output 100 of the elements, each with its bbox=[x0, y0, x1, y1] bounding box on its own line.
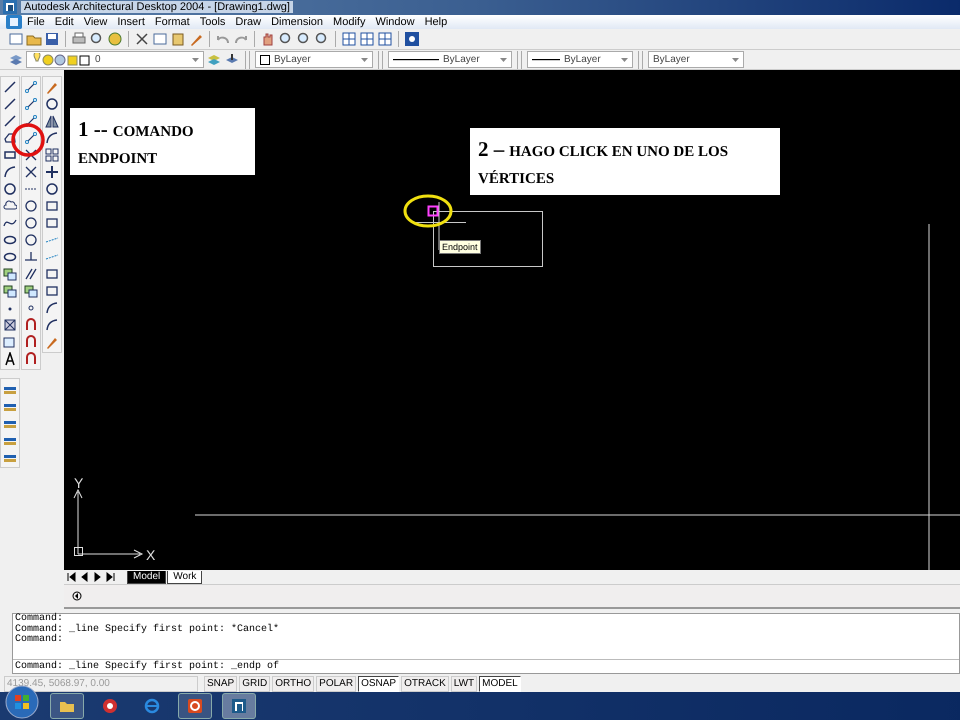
arc-icon[interactable] bbox=[45, 131, 59, 146]
command-line[interactable]: Command: _line Specify first point: _endp of bbox=[13, 660, 959, 673]
arc-icon[interactable] bbox=[45, 301, 59, 316]
line-icon[interactable] bbox=[3, 114, 17, 128]
page-icon[interactable] bbox=[8, 30, 24, 47]
rectangle-icon[interactable] bbox=[45, 199, 59, 214]
lineweight-value: ByLayer bbox=[564, 54, 601, 66]
region-icon[interactable] bbox=[3, 335, 17, 350]
taskbar-cad-icon[interactable] bbox=[222, 693, 256, 719]
color-dropdown[interactable]: ByLayer bbox=[255, 51, 373, 68]
taskbar-folder-icon[interactable] bbox=[50, 693, 84, 719]
grid-icon[interactable] bbox=[45, 148, 59, 162]
parallel-lines-icon[interactable] bbox=[24, 267, 38, 282]
block-icon[interactable] bbox=[24, 284, 38, 298]
grid-icon[interactable] bbox=[377, 30, 393, 47]
horizontal-scrollbar[interactable] bbox=[64, 584, 960, 610]
caret-icon bbox=[621, 58, 628, 62]
hatch-icon[interactable] bbox=[3, 318, 17, 332]
grid-icon[interactable] bbox=[359, 30, 375, 47]
tooltip: Endpoint bbox=[439, 240, 481, 254]
annotation-note: 1 -- COMANDO ENDPOINT bbox=[70, 108, 255, 176]
circle-icon[interactable] bbox=[24, 199, 38, 214]
layout-tab[interactable]: Model bbox=[127, 570, 166, 584]
menu-item[interactable]: File bbox=[22, 16, 50, 28]
highlight-circle bbox=[10, 122, 46, 158]
snap-line-icon[interactable] bbox=[24, 80, 38, 94]
circle-icon[interactable] bbox=[24, 233, 38, 248]
cross-icon[interactable] bbox=[45, 165, 59, 180]
arc-icon[interactable] bbox=[24, 352, 38, 366]
menu-item[interactable]: Help bbox=[420, 16, 452, 28]
letter-icon[interactable] bbox=[3, 352, 17, 366]
taskbar-slides-icon[interactable] bbox=[178, 693, 212, 719]
color-value: ByLayer bbox=[274, 54, 311, 66]
rectangle-icon[interactable] bbox=[45, 284, 59, 298]
status-toggle[interactable]: POLAR bbox=[316, 676, 356, 692]
status-toggle[interactable]: LWT bbox=[450, 676, 478, 692]
grid-icon[interactable] bbox=[341, 30, 357, 47]
arc-icon[interactable] bbox=[24, 318, 38, 332]
command-history-line: Command: bbox=[15, 614, 64, 624]
caret-icon bbox=[732, 58, 739, 62]
clipboard-icon[interactable] bbox=[170, 30, 186, 47]
window-title: Autodesk Architectural Desktop 2004 - [Drawing1.dwg] bbox=[21, 1, 293, 14]
menu-item[interactable]: Insert bbox=[112, 16, 150, 28]
linetype-value: ByLayer bbox=[443, 54, 480, 66]
menu-item[interactable]: View bbox=[78, 16, 112, 28]
arc-icon[interactable] bbox=[45, 318, 59, 332]
layer-name: 0 bbox=[95, 54, 101, 66]
circle-icon[interactable] bbox=[3, 182, 17, 196]
ucs-axes-icon bbox=[74, 489, 144, 559]
copy-icon[interactable] bbox=[152, 30, 168, 47]
swatch-icon bbox=[260, 54, 270, 65]
block-icon[interactable] bbox=[3, 267, 17, 282]
rectangle-icon[interactable] bbox=[45, 267, 59, 282]
caret-icon bbox=[192, 58, 199, 62]
layout-tab[interactable]: Work bbox=[167, 570, 202, 584]
axis-label: X bbox=[146, 547, 156, 564]
menu-item[interactable]: Modify bbox=[328, 16, 370, 28]
line-icon[interactable] bbox=[3, 80, 17, 94]
status-toggle[interactable]: ORTHO bbox=[272, 676, 314, 692]
menu-item[interactable]: Draw bbox=[230, 16, 266, 28]
plot-style-value: ByLayer bbox=[653, 54, 690, 66]
arc-icon[interactable] bbox=[3, 165, 17, 180]
status-toggle[interactable]: OTRACK bbox=[401, 676, 449, 692]
status-toggle[interactable]: SNAP bbox=[204, 676, 238, 692]
snap-line-icon[interactable] bbox=[24, 97, 38, 112]
menu-item[interactable]: Format bbox=[150, 16, 195, 28]
scroll-left-icon[interactable] bbox=[72, 591, 82, 602]
app-icon bbox=[3, 0, 17, 14]
menu-item[interactable]: Tools bbox=[194, 16, 230, 28]
menu-item[interactable]: Dimension bbox=[266, 16, 328, 28]
circle-icon[interactable] bbox=[45, 182, 59, 196]
layer-dropdown[interactable]: 0 bbox=[26, 51, 204, 68]
status-toggle[interactable]: MODEL bbox=[479, 676, 521, 692]
scissors-icon[interactable] bbox=[134, 30, 150, 47]
command-history-line: Command: _line Specify first point: *Cancel* bbox=[15, 624, 280, 635]
menu-item[interactable]: Window bbox=[370, 16, 420, 28]
status-toggle[interactable]: OSNAP bbox=[358, 676, 400, 692]
arc-icon[interactable] bbox=[24, 335, 38, 350]
drawing-area[interactable]: Y X Endpoint 1 -- COMANDO ENDPOINT 2 – HAGO CLICK EN UNO DE LOS VÉRTICES bbox=[64, 70, 960, 570]
menu-item[interactable]: Edit bbox=[50, 16, 79, 28]
command-history-line: Command: bbox=[15, 635, 64, 646]
circle-icon[interactable] bbox=[45, 97, 59, 112]
endpoint-marker bbox=[428, 206, 438, 217]
circle-icon[interactable] bbox=[24, 216, 38, 230]
block-icon[interactable] bbox=[3, 284, 17, 298]
status-toggle[interactable]: GRID bbox=[239, 676, 270, 692]
mirror-icon[interactable] bbox=[45, 114, 59, 128]
snap-line-icon[interactable] bbox=[24, 131, 38, 146]
cross-icon[interactable] bbox=[24, 165, 38, 180]
plot-style-dropdown[interactable]: ByLayer bbox=[648, 51, 744, 68]
annotation-note: 2 – HAGO CLICK EN UNO DE LOS VÉRTICES bbox=[470, 128, 780, 196]
rectangle-icon[interactable] bbox=[45, 216, 59, 230]
help-icon[interactable] bbox=[404, 30, 420, 47]
lineweight-dropdown[interactable]: ByLayer bbox=[527, 51, 633, 68]
polygon-icon[interactable] bbox=[3, 131, 17, 146]
line-icon[interactable] bbox=[3, 97, 17, 112]
highlight-ellipse bbox=[404, 194, 452, 228]
cross-icon[interactable] bbox=[24, 148, 38, 162]
app-icon[interactable] bbox=[6, 14, 22, 29]
linetype-dropdown[interactable]: ByLayer bbox=[388, 51, 512, 68]
